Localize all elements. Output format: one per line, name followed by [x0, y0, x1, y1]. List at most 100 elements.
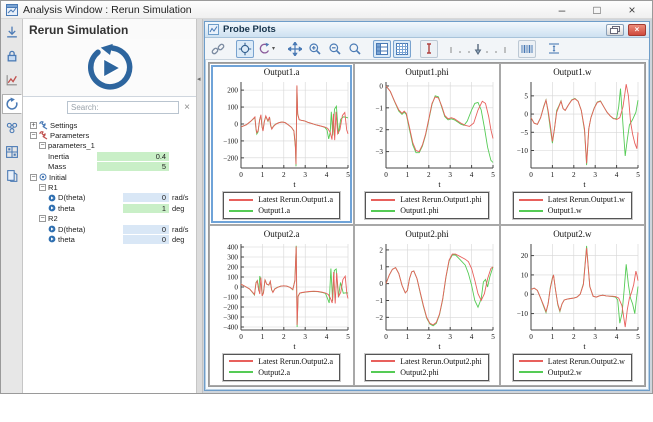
panel-splitter[interactable]: ◂ [197, 19, 203, 393]
value-field[interactable]: 0 [123, 225, 169, 234]
value-field[interactable]: 0 [123, 235, 169, 244]
svg-text:−2: −2 [375, 126, 383, 134]
plot-cell-output1-phi[interactable]: Output1.phi0−1−2−3012345tLatest Rerun.Ou… [354, 63, 499, 225]
probe-cursor-icon[interactable] [236, 40, 254, 58]
plot-canvas[interactable]: 0−1−2−3012345t [356, 78, 498, 190]
plot-canvas[interactable]: 2001000−100−200012345t [211, 78, 353, 190]
search-input[interactable] [67, 101, 179, 114]
plot-title: Output1.a [264, 67, 300, 78]
tree-label: D(theta) [58, 225, 85, 234]
legend-label: Latest Rerun.Output1.w [548, 195, 625, 204]
plot-grid: Output1.a2001000−100−200012345t Latest Re… [208, 62, 646, 387]
svg-text:t: t [584, 342, 587, 351]
plot-cell-output2-a[interactable]: Output2.a4003002001000−100−200−300−40001… [209, 225, 354, 387]
tree-expander-icon[interactable]: − [30, 174, 37, 181]
tree-row-parameters-1[interactable]: −parameters_1 [27, 141, 193, 151]
legend-label: Output2.a [258, 368, 290, 377]
plot-title: Output2.a [264, 229, 300, 240]
svg-text:−10: −10 [517, 147, 529, 155]
svg-text:5: 5 [637, 171, 641, 179]
series-output1-a [241, 86, 348, 166]
svg-text:400: 400 [227, 243, 238, 251]
zoom-in-icon[interactable] [306, 40, 324, 58]
tree-expander-icon[interactable]: − [30, 132, 37, 139]
plot-cell-output2-phi[interactable]: Output2.phi210−1−2012345tLatest Rerun.Ou… [354, 225, 499, 387]
probe-float-button[interactable] [606, 24, 624, 36]
maximize-button[interactable]: □ [582, 3, 612, 17]
barcode-icon[interactable] [518, 40, 536, 58]
legend-label: Output2.w [548, 368, 582, 377]
grid-single-icon[interactable] [373, 40, 391, 58]
tree-row-d-theta-[interactable]: D(theta)0rad/s [27, 224, 193, 234]
plot-canvas[interactable]: 210−1−2012345t [356, 240, 498, 352]
search-clear-icon[interactable]: × [182, 103, 192, 113]
panel-title: Rerun Simulation [23, 19, 196, 39]
marker-icon[interactable] [420, 40, 438, 58]
svg-text:3: 3 [594, 333, 598, 341]
tree-expander-icon[interactable]: − [39, 184, 46, 191]
tree-row-inertia[interactable]: Inertia0.4 [27, 151, 193, 161]
series-latest-rerun-output1-phi [386, 86, 493, 152]
chevron-down-icon: ▾ [272, 45, 275, 52]
legend-label: Latest Rerun.Output1.a [258, 195, 333, 204]
pan-icon[interactable] [286, 40, 304, 58]
window-title: Analysis Window : Rerun Simulation [23, 4, 542, 16]
tree-row-theta[interactable]: theta0deg [27, 234, 193, 244]
tree-label: Initial [49, 173, 67, 182]
tree-row-parameters[interactable]: −Parameters [27, 130, 193, 140]
align-icon[interactable] [545, 40, 563, 58]
zoom-reset-icon[interactable] [346, 40, 364, 58]
tree-label: Settings [50, 121, 77, 130]
tree-expander-icon[interactable]: + [30, 122, 37, 129]
minimize-button[interactable]: – [547, 3, 577, 17]
plot-canvas[interactable]: 50−5−10012345t [501, 78, 643, 190]
value-field[interactable]: 0.4 [97, 152, 169, 161]
slider[interactable] [447, 40, 509, 58]
chart-icon[interactable] [2, 70, 22, 90]
svg-text:3: 3 [448, 171, 452, 179]
svg-text:−1: −1 [375, 104, 383, 112]
tree-expander-icon[interactable]: − [39, 142, 46, 149]
rerun-button[interactable] [84, 43, 136, 93]
value-field[interactable]: 5 [97, 162, 169, 171]
close-button[interactable]: × [617, 3, 647, 17]
run-area [23, 39, 196, 97]
tree-label: theta [58, 235, 75, 244]
library-icon[interactable] [2, 166, 22, 186]
tree-row-settings[interactable]: + Settings [27, 120, 193, 130]
svg-text:t: t [293, 342, 296, 351]
plot-cell-output2-w[interactable]: Output2.w20100−10012345tLatest Rerun.Out… [500, 225, 645, 387]
svg-text:−2: −2 [375, 313, 383, 321]
probe-close-button[interactable]: × [628, 24, 646, 36]
svg-text:−300: −300 [223, 313, 238, 321]
window-body: Rerun Simulation × +Settings−Parameters−… [1, 19, 652, 393]
state-blue-icon [48, 235, 56, 243]
zoom-out-icon[interactable] [326, 40, 344, 58]
collapse-panel-icon[interactable]: ◂ [197, 75, 201, 83]
tree-row-d-theta-[interactable]: D(theta)0rad/s [27, 193, 193, 203]
plot-cell-output1-w[interactable]: Output1.w50−5−10012345tLatest Rerun.Outp… [500, 63, 645, 225]
plot-canvas[interactable]: 4003002001000−100−200−300−400012345t [211, 240, 353, 352]
molecule-icon[interactable] [2, 118, 22, 138]
rotate-icon[interactable]: ▾ [256, 40, 277, 58]
plot-cell-output1-a[interactable]: Output1.a2001000−100−200012345t Latest Re… [209, 63, 354, 225]
plot-canvas[interactable]: 20100−10012345t [501, 240, 643, 352]
tree-label: theta [58, 204, 75, 213]
grid-multi-icon[interactable] [393, 40, 411, 58]
dock-arrow-icon[interactable] [2, 22, 22, 42]
tree-row-theta[interactable]: theta1deg [27, 203, 193, 213]
value-field[interactable]: 0 [123, 193, 169, 202]
schematic-icon[interactable] [2, 142, 22, 162]
tree-row-r2[interactable]: −R2 [27, 214, 193, 224]
svg-text:3: 3 [303, 333, 307, 341]
tree-row-r1[interactable]: −R1 [27, 182, 193, 192]
link-icon[interactable] [209, 40, 227, 58]
svg-text:0: 0 [525, 111, 529, 119]
lock-icon[interactable] [2, 46, 22, 66]
rerun-icon[interactable] [2, 94, 22, 114]
tree-row-mass[interactable]: Mass5 [27, 162, 193, 172]
legend-line-swatch [229, 360, 253, 362]
value-field[interactable]: 1 [123, 204, 169, 213]
tree-expander-icon[interactable]: − [39, 215, 46, 222]
tree-row-initial[interactable]: − Initial [27, 172, 193, 182]
